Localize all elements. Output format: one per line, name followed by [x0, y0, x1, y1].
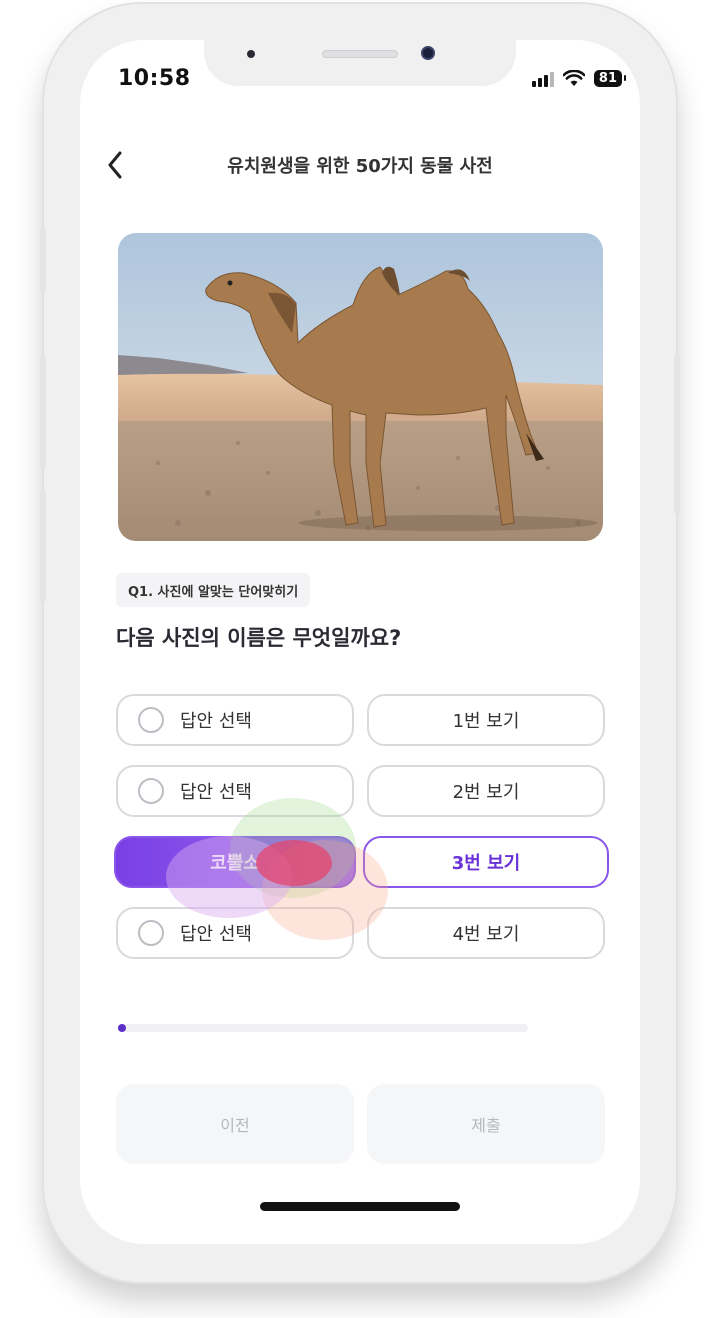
answer-slot-2[interactable]: 답안 선택 — [116, 765, 354, 817]
front-camera — [421, 46, 435, 60]
answer-slot-label: 코뿔소 — [210, 853, 260, 874]
radio-icon — [138, 778, 164, 804]
volume-up-button — [40, 356, 46, 468]
question-text: 다음 사진의 이름은 무엇일까요? — [116, 626, 402, 650]
answer-slot-3[interactable]: 코뿔소 — [114, 836, 356, 888]
progress-bar — [118, 1024, 528, 1032]
question-chip: Q1. 사진에 알맞는 단어맞히기 — [116, 573, 311, 607]
answer-slot-label: 답안 선택 — [180, 924, 252, 945]
volume-down-button — [40, 490, 46, 602]
status-icons: 81 — [531, 70, 627, 87]
prev-button[interactable]: 이전 — [116, 1084, 354, 1164]
signal-icon — [531, 71, 554, 87]
option-1-button[interactable]: 1번 보기 — [367, 694, 605, 746]
power-button — [674, 354, 680, 514]
answer-slot-label: 답안 선택 — [180, 711, 252, 732]
page-title: 유치원생을 위한 50가지 동물 사전 — [227, 156, 493, 177]
progress-fill — [118, 1024, 126, 1032]
option-2-button[interactable]: 2번 보기 — [367, 765, 605, 817]
option-3-button[interactable]: 3번 보기 — [363, 836, 609, 888]
battery-icon: 81 — [593, 70, 627, 87]
option-label: 4번 보기 — [452, 924, 520, 945]
sensor-dot — [247, 50, 255, 58]
speaker-grille — [322, 50, 398, 58]
option-4-button[interactable]: 4번 보기 — [367, 907, 605, 959]
radio-icon — [138, 707, 164, 733]
home-indicator[interactable] — [260, 1202, 460, 1211]
camel-photo — [118, 233, 603, 541]
radio-icon — [138, 920, 164, 946]
answer-slot-4[interactable]: 답안 선택 — [116, 907, 354, 959]
option-label: 1번 보기 — [452, 711, 520, 732]
app-screen: 10:58 81 유치원생을 위한 50가지 동물 사전 Q1. 사진에 알맞는… — [80, 40, 640, 1244]
answer-slot-1[interactable]: 답안 선택 — [116, 694, 354, 746]
volume-switch — [40, 228, 46, 292]
submit-button[interactable]: 제출 — [367, 1084, 605, 1164]
status-time: 10:58 — [118, 66, 191, 91]
option-label: 3번 보기 — [451, 853, 521, 874]
notch — [204, 40, 516, 86]
wifi-icon — [562, 70, 585, 86]
answer-slot-label: 답안 선택 — [180, 782, 252, 803]
option-label: 2번 보기 — [452, 782, 520, 803]
